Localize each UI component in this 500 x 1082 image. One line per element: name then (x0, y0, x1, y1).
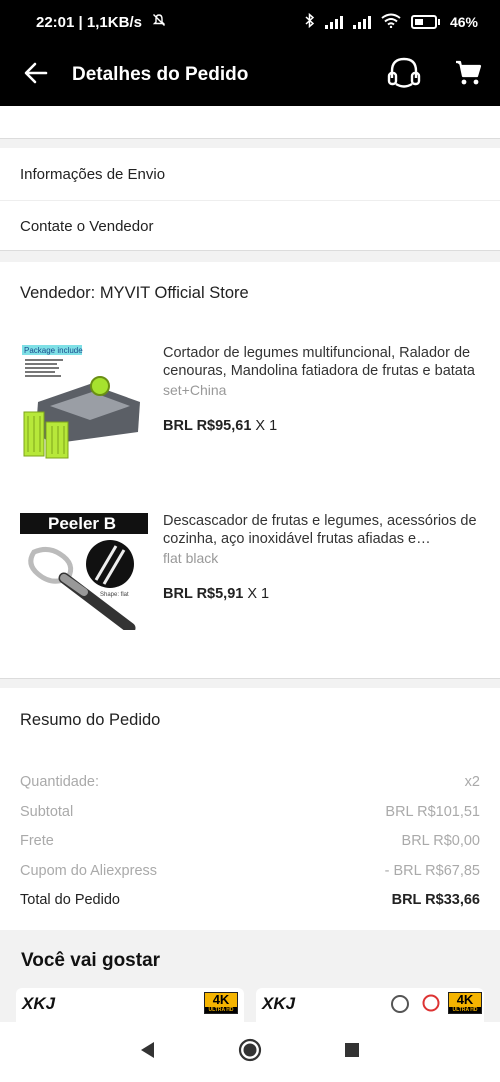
status-time: 22:01 (36, 14, 75, 31)
product-price: BRL R$5,91 (163, 586, 244, 602)
4k-badge: 4K ULTRA HD (448, 992, 482, 1014)
product-qty: X 1 (255, 418, 278, 434)
summary-row-subtotal: Subtotal BRL R$101,51 (20, 804, 480, 820)
product-info: Descascador de frutas e legumes, acessór… (163, 512, 480, 602)
product-variant: set+China (163, 382, 227, 398)
brand-logo: XKJ (22, 994, 56, 1013)
product-name: Descascador de frutas e legumes, acessór… (163, 513, 477, 547)
nav-home-button[interactable] (238, 1038, 262, 1067)
summary-row-coupon: Cupom do Aliexpress - BRL R$67,85 (20, 863, 480, 879)
thumb-label: Package include (24, 346, 83, 355)
shipping-info-link[interactable]: Informações de Envio (0, 148, 500, 200)
thumb-label: Peeler B (48, 514, 116, 533)
product-thumbnail: Package include (20, 334, 148, 462)
summary-title: Resumo do Pedido (20, 711, 161, 729)
summary-value: BRL R$0,00 (401, 833, 480, 849)
cart-icon (454, 59, 482, 92)
status-left: 22:01 | 1,1KB/s (36, 13, 166, 31)
mute-icon (152, 14, 166, 31)
product-variant: flat black (163, 550, 219, 566)
product-price: BRL R$95,61 (163, 418, 252, 434)
status-bar: 22:01 | 1,1KB/s 46% (0, 0, 500, 44)
product-price-row: BRL R$95,61 X 1 (163, 418, 480, 434)
app-bar: Detalhes do Pedido (0, 44, 500, 106)
recommended-product-card[interactable]: XKJ 4K ULTRA HD (256, 988, 484, 1022)
summary-label: Cupom do Aliexpress (20, 863, 158, 879)
back-button[interactable] (0, 62, 72, 89)
product-thumbnail: Peeler B Shape: flat (20, 502, 148, 634)
4k-badge: 4K ULTRA HD (204, 992, 238, 1014)
product-qty: X 1 (247, 586, 270, 602)
eis-icon (390, 994, 410, 1019)
nav-recents-button[interactable] (344, 1042, 360, 1063)
summary-row-total: Total do Pedido BRL R$33,66 (20, 892, 480, 908)
recommendations-title: Você vai gostar (21, 950, 161, 971)
bluetooth-icon (305, 12, 315, 31)
status-right: 46% (305, 12, 478, 31)
summary-row-quantity: Quantidade: x2 (20, 774, 480, 790)
nav-back-button[interactable] (140, 1041, 156, 1064)
support-button[interactable] (372, 56, 436, 95)
page-title: Detalhes do Pedido (72, 64, 249, 85)
summary-value: BRL R$101,51 (385, 804, 480, 820)
total-label: Total do Pedido (20, 892, 120, 908)
seller-name[interactable]: Vendedor: MYVIT Official Store (20, 284, 249, 303)
section-divider (0, 138, 500, 148)
arrow-left-icon (24, 62, 48, 89)
recommendations-section: Você vai gostar XKJ 4K ULTRA HD XKJ 4K ULT… (0, 930, 500, 1022)
total-value: BRL R$33,66 (391, 892, 480, 908)
cart-button[interactable] (436, 59, 500, 92)
summary-label: Frete (20, 833, 54, 849)
battery-icon (410, 15, 440, 29)
signal-icon (324, 15, 343, 29)
brand-logo: XKJ (262, 994, 296, 1013)
recommended-product-card[interactable]: XKJ 4K ULTRA HD (16, 988, 244, 1022)
summary-value: x2 (464, 774, 480, 790)
system-nav-bar (0, 1022, 500, 1082)
battery-percent: 46% (449, 14, 478, 30)
summary-value: - BRL R$67,85 (384, 863, 480, 879)
section-divider (0, 678, 500, 688)
contact-seller-link[interactable]: Contate o Vendedor (0, 200, 500, 252)
product-item[interactable]: Package include Cortador de legumes mult… (20, 334, 480, 464)
product-info: Cortador de legumes multifuncional, Rala… (163, 344, 480, 434)
summary-label: Quantidade: (20, 774, 100, 790)
summary-label: Subtotal (20, 804, 74, 820)
product-price-row: BRL R$5,91 X 1 (163, 586, 480, 602)
wifi-icon (381, 13, 401, 31)
status-speed: 1,1KB/s (86, 14, 142, 31)
product-name: Cortador de legumes multifuncional, Rala… (163, 345, 475, 379)
section-divider (0, 250, 500, 262)
thumb-caption: Shape: flat (100, 592, 129, 598)
product-item[interactable]: Peeler B Shape: flat Descascador de frut… (20, 502, 480, 634)
signal-icon-2 (352, 15, 371, 29)
headset-icon (386, 56, 422, 95)
fps-icon (422, 994, 440, 1017)
summary-row-shipping: Frete BRL R$0,00 (20, 833, 480, 849)
